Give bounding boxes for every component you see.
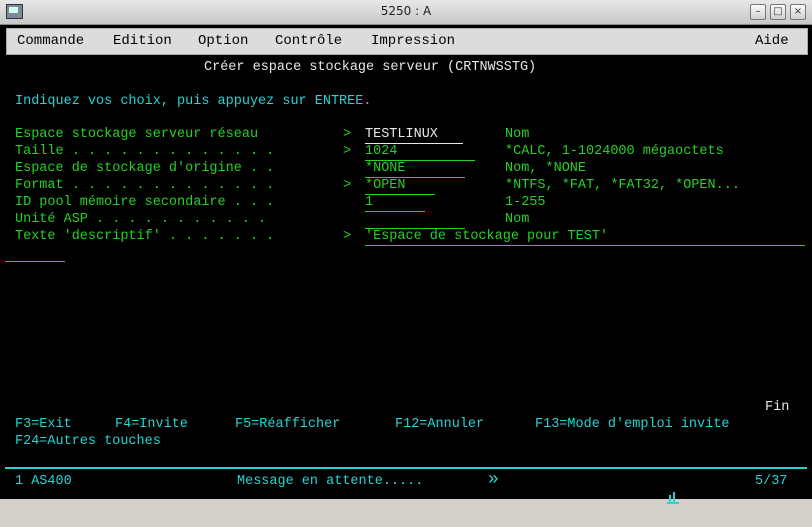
- format-input[interactable]: *OPEN: [365, 178, 435, 195]
- f3-exit-key[interactable]: F3=Exit: [15, 417, 72, 433]
- description-input-continuation[interactable]: [5, 246, 65, 262]
- menu-option[interactable]: Option: [198, 33, 248, 49]
- field-hint: 1-255: [505, 195, 546, 210]
- window-title: 5250 : A: [380, 4, 432, 18]
- session-label: 1 AS400: [15, 474, 72, 489]
- field-label-asp-unit: Unité ASP . . . . . . . . . . .: [15, 212, 267, 227]
- description-input[interactable]: 'Espace de stockage pour TEST': [365, 229, 805, 246]
- field-label-format: Format . . . . . . . . . . . . .: [15, 178, 275, 193]
- field-marker: >: [343, 127, 352, 142]
- instruction-text: Indiquez vos choix, puis appuyez sur ENT…: [15, 94, 372, 109]
- status-bar: 1 AS400 Message en attente..... » 5/37: [5, 467, 807, 504]
- field-label-server-storage: Espace stockage serveur réseau: [15, 127, 259, 142]
- menu-commande[interactable]: Commande: [17, 33, 84, 49]
- menu-impression[interactable]: Impression: [371, 33, 455, 49]
- field-label-memory-pool: ID pool mémoire secondaire . . .: [15, 195, 275, 210]
- field-label-size: Taille . . . . . . . . . . . . .: [15, 144, 275, 159]
- field-marker: >: [343, 144, 352, 159]
- terminal-screen: Créer espace stockage serveur (CRTNWSSTG…: [5, 56, 807, 466]
- field-marker: >: [343, 229, 352, 244]
- screen-heading: Créer espace stockage serveur (CRTNWSSTG…: [204, 60, 537, 75]
- field-label-description: Texte 'descriptif' . . . . . . .: [15, 229, 275, 244]
- maximize-icon[interactable]: □: [770, 4, 786, 20]
- f13-help-key[interactable]: F13=Mode d'emploi invite: [535, 417, 729, 433]
- field-hint: *NTFS, *FAT, *FAT32, *OPEN...: [505, 178, 740, 193]
- terminal-window: 5250 : A – □ × Commande Edition Option C…: [0, 0, 812, 504]
- field-hint: *CALC, 1-1024000 mégaoctets: [505, 144, 724, 159]
- cursor-position: 5/37: [755, 474, 788, 489]
- memory-pool-input[interactable]: 1: [365, 195, 425, 212]
- keyboard-lock-icon: [617, 473, 680, 527]
- end-marker: Fin: [765, 400, 790, 415]
- menu-edition[interactable]: Edition: [113, 33, 172, 49]
- menu-controle[interactable]: Contrôle: [275, 33, 342, 49]
- close-icon[interactable]: ×: [790, 4, 806, 20]
- f24-more-keys[interactable]: F24=Autres touches: [15, 434, 161, 450]
- title-bar: 5250 : A – □ ×: [0, 0, 812, 25]
- message-waiting-text: Message en attente.....: [237, 474, 424, 489]
- field-hint: Nom: [505, 212, 530, 227]
- asp-unit-input[interactable]: [365, 212, 465, 229]
- field-hint: Nom: [505, 127, 530, 142]
- origin-storage-input[interactable]: *NONE: [365, 161, 465, 178]
- menu-aide[interactable]: Aide: [755, 33, 789, 49]
- menu-bar: Commande Edition Option Contrôle Impress…: [6, 28, 808, 55]
- f4-invite-key[interactable]: F4=Invite: [115, 417, 188, 433]
- f12-cancel-key[interactable]: F12=Annuler: [395, 417, 484, 433]
- f5-refresh-key[interactable]: F5=Réafficher: [235, 417, 340, 433]
- field-marker: >: [343, 178, 352, 193]
- server-storage-input[interactable]: TESTLINUX: [365, 127, 463, 144]
- arrow-icon: »: [488, 470, 499, 490]
- minimize-icon[interactable]: –: [750, 4, 766, 20]
- size-input[interactable]: 1024: [365, 144, 475, 161]
- field-label-origin-storage: Espace de stockage d'origine . .: [15, 161, 275, 176]
- field-hint: Nom, *NONE: [505, 161, 587, 176]
